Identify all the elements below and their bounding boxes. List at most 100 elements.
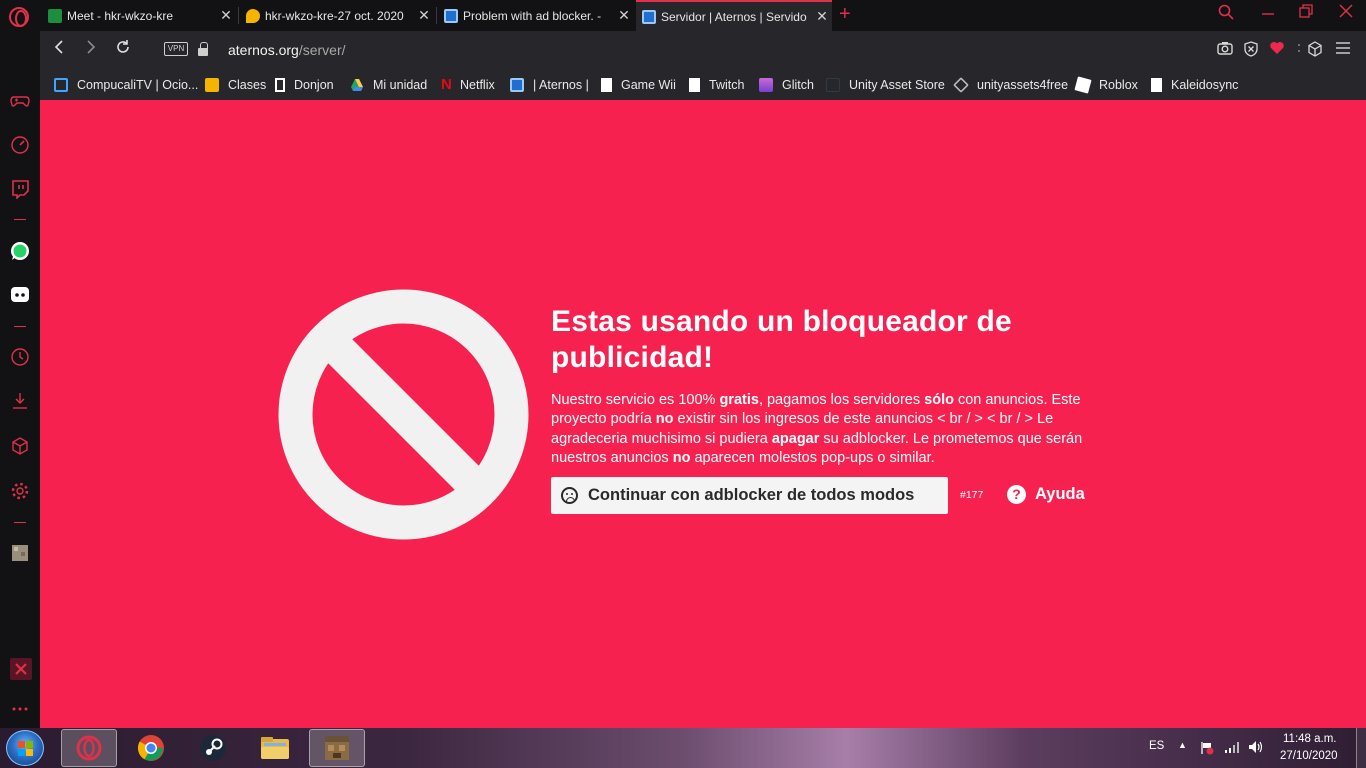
- bookmark-label: Glitch: [782, 78, 814, 92]
- tv-icon: [54, 78, 68, 92]
- forward-button[interactable]: [80, 39, 102, 61]
- page-title: Estas usando un bloqueador de publicidad…: [551, 305, 1012, 374]
- start-button[interactable]: [6, 730, 44, 766]
- reload-button[interactable]: [112, 39, 134, 61]
- steam-icon: [200, 735, 226, 761]
- bookmarks-bar: CompucaliTV | Ocio... Clases Donjon Mi u…: [40, 69, 1366, 100]
- search-tabs-icon[interactable]: [1214, 4, 1238, 26]
- vpn-badge[interactable]: VPN: [164, 42, 188, 56]
- tab-servidor-aternos[interactable]: Servidor | Aternos | Servido ✕: [636, 0, 832, 31]
- bookmark-donjon[interactable]: Donjon: [275, 76, 334, 94]
- bookmark-label: Roblox: [1099, 78, 1138, 92]
- taskbar-opera-gx[interactable]: [61, 729, 117, 767]
- history-icon[interactable]: [10, 347, 30, 367]
- ad-block-shield-icon[interactable]: [1242, 41, 1260, 59]
- bookmark-twitch[interactable]: Twitch: [689, 76, 744, 94]
- network-icon[interactable]: [1224, 740, 1240, 754]
- heart-icon[interactable]: [1268, 41, 1286, 59]
- bookmark-label: Kaleidosync: [1171, 78, 1239, 92]
- file-explorer-icon: [261, 737, 289, 759]
- bookmark-kaleidosync[interactable]: Kaleidosync: [1151, 76, 1238, 94]
- back-button[interactable]: [48, 39, 70, 61]
- more-icon[interactable]: [10, 699, 30, 719]
- close-icon[interactable]: ✕: [216, 7, 236, 24]
- snapshot-icon[interactable]: [1216, 41, 1234, 59]
- cube-extension-icon[interactable]: [1306, 41, 1324, 59]
- bookmark-label: Netflix: [460, 78, 495, 92]
- bookmark-unityassets4free[interactable]: unityassets4free: [953, 76, 1069, 94]
- close-icon[interactable]: ✕: [812, 8, 832, 25]
- continue-label: Continuar con adblocker de todos modos: [588, 486, 915, 504]
- bookmark-roblox[interactable]: Roblox: [1074, 76, 1138, 94]
- opera-menu-icon[interactable]: [9, 7, 29, 27]
- volume-icon[interactable]: [1248, 740, 1264, 754]
- show-desktop-button[interactable]: [1356, 728, 1366, 768]
- bookmark-compucalitv[interactable]: CompucaliTV | Ocio...: [54, 76, 198, 94]
- twitch-icon[interactable]: [10, 179, 30, 200]
- opera-gx-icon[interactable]: [10, 658, 32, 680]
- taskbar-steam[interactable]: [185, 729, 241, 767]
- roblox-icon: [1074, 76, 1092, 94]
- bookmark-label: unityassets4free: [977, 78, 1069, 92]
- chrome-icon: [137, 735, 164, 761]
- discord-icon[interactable]: [10, 285, 30, 305]
- adblock-notice-page: Estas usando un bloqueador de publicidad…: [40, 100, 1366, 728]
- restore-button[interactable]: [1294, 4, 1318, 26]
- page-icon: [601, 78, 612, 92]
- clock-date[interactable]: 27/10/2020: [1280, 750, 1338, 762]
- aternos-icon: [444, 8, 458, 23]
- language-indicator[interactable]: ES: [1149, 740, 1164, 752]
- bookmark-game-wii[interactable]: Game Wii: [601, 76, 676, 94]
- show-hidden-icons-icon[interactable]: ▲: [1178, 740, 1187, 750]
- bookmark-label: Donjon: [294, 78, 334, 92]
- tab-title: Meet - hkr-wkzo-kre: [67, 8, 174, 23]
- whatsapp-icon[interactable]: [10, 241, 30, 261]
- taskbar-minecraft[interactable]: [309, 729, 365, 767]
- aternos-icon: [642, 9, 656, 24]
- classroom-icon: [205, 78, 219, 92]
- minecraft-icon[interactable]: [10, 543, 30, 563]
- downloads-icon[interactable]: [10, 391, 30, 411]
- meet-icon: [48, 8, 62, 23]
- help-link[interactable]: ? Ayuda: [1007, 485, 1085, 504]
- aternos-icon: [510, 78, 524, 92]
- new-tab-button[interactable]: +: [839, 3, 851, 26]
- tower-icon: [275, 78, 285, 92]
- clock-time[interactable]: 11:48 a.m.: [1283, 733, 1337, 745]
- bookmark-label: Twitch: [709, 78, 745, 92]
- opera-gx-icon: [76, 735, 102, 761]
- lock-icon[interactable]: [198, 42, 208, 56]
- speed-dial-icon[interactable]: [10, 135, 30, 155]
- settings-icon[interactable]: [10, 481, 30, 501]
- action-center-flag-icon[interactable]: [1200, 741, 1214, 755]
- close-icon[interactable]: ✕: [414, 7, 434, 24]
- tab-meet[interactable]: Meet - hkr-wkzo-kre ✕: [42, 0, 236, 31]
- bookmark-clases[interactable]: Clases: [205, 76, 266, 94]
- bookmark-glitch[interactable]: Glitch: [759, 76, 814, 94]
- extensions-icon[interactable]: [10, 436, 30, 456]
- no-entry-icon: [278, 289, 529, 540]
- notice-message: Nuestro servicio es 100% gratis, pagamos…: [551, 392, 1083, 466]
- url-field[interactable]: aternos.org/server/: [228, 42, 346, 58]
- minimize-button[interactable]: [1256, 4, 1280, 26]
- bookmark-mi-unidad[interactable]: Mi unidad: [350, 76, 427, 94]
- page-icon: [689, 78, 700, 92]
- bookmark-aternos[interactable]: | Aternos |: [510, 76, 589, 94]
- bookmark-label: | Aternos |: [533, 78, 589, 92]
- close-icon[interactable]: ✕: [614, 7, 634, 24]
- tab-problem-ad-blocker[interactable]: Problem with ad blocker. - ✕: [438, 0, 634, 31]
- bookmark-unity-asset-store[interactable]: Unity Asset Store: [826, 76, 945, 94]
- menu-icon[interactable]: [1334, 41, 1352, 59]
- close-window-button[interactable]: [1334, 4, 1358, 26]
- url-path: /server/: [298, 42, 346, 58]
- tab-hkr[interactable]: hkr-wkzo-kre-27 oct. 2020 ✕: [240, 0, 434, 31]
- gamepad-icon[interactable]: [10, 91, 30, 111]
- unity-icon: [826, 78, 840, 92]
- taskbar-chrome[interactable]: [123, 729, 179, 767]
- tab-bar: Meet - hkr-wkzo-kre ✕ hkr-wkzo-kre-27 oc…: [0, 0, 1366, 31]
- address-bar: VPN aternos.org/server/: [40, 31, 1366, 69]
- taskbar-file-explorer[interactable]: [247, 729, 303, 767]
- continue-with-adblocker-button[interactable]: Continuar con adblocker de todos modos: [551, 477, 948, 514]
- jamboard-icon: [246, 8, 260, 23]
- bookmark-netflix[interactable]: N Netflix: [441, 76, 495, 94]
